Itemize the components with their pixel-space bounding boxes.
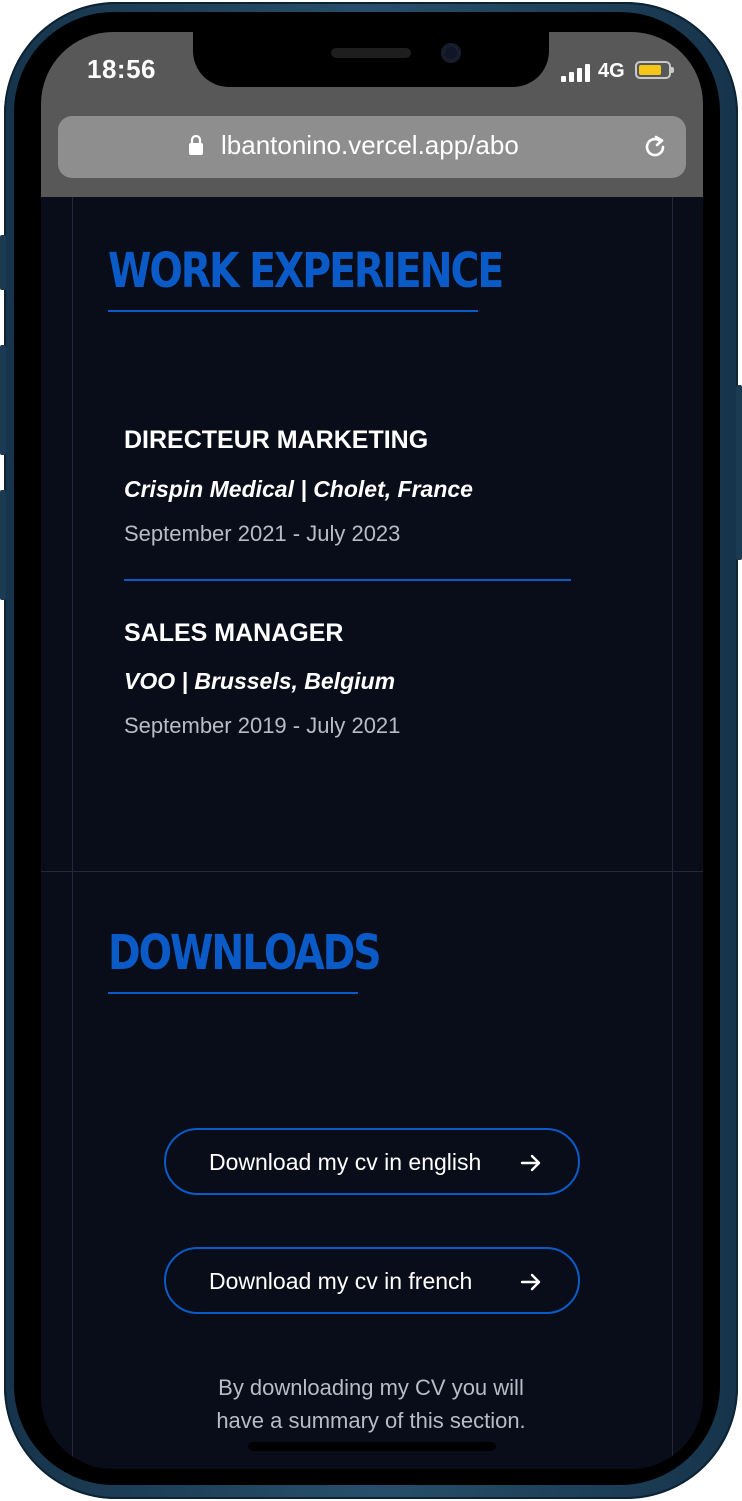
phone-screen: 18:56 4G lbantonino.vercel.app/abo WORK … — [41, 32, 703, 1469]
section-divider — [41, 871, 703, 872]
battery-icon — [635, 61, 674, 79]
power-button — [736, 385, 742, 560]
volume-down-button — [0, 490, 6, 600]
address-bar[interactable]: lbantonino.vercel.app/abo — [58, 116, 686, 178]
download-cv-french-button[interactable]: Download my cv in french — [164, 1247, 580, 1314]
job-company: VOO | Brussels, Belgium — [124, 668, 396, 694]
arrow-right-icon — [520, 1154, 541, 1172]
volume-up-button — [0, 345, 6, 455]
url-text[interactable]: lbantonino.vercel.app/abo — [221, 130, 519, 161]
battery-level — [639, 65, 661, 75]
job-title: DIRECTEUR MARKETING — [124, 426, 429, 454]
work-experience-heading: WORK EXPERIENCE — [108, 243, 504, 299]
page-content: WORK EXPERIENCE DIRECTEUR MARKETING Cris… — [41, 197, 703, 1469]
download-note: By downloading my CV you will have a sum… — [131, 1371, 611, 1437]
downloads-heading: DOWNLOADS — [108, 925, 382, 981]
front-camera-icon — [441, 43, 461, 63]
job-separator — [124, 579, 571, 581]
battery-tip — [671, 67, 674, 73]
heading-underline — [108, 310, 478, 312]
mute-switch — [0, 235, 6, 290]
note-line: By downloading my CV you will — [218, 1375, 524, 1400]
job-title: SALES MANAGER — [124, 619, 344, 647]
speaker-grille — [331, 48, 411, 58]
button-label: Download my cv in french — [209, 1268, 473, 1294]
signal-strength-icon — [561, 64, 591, 82]
download-cv-english-button[interactable]: Download my cv in english — [164, 1128, 580, 1195]
home-indicator — [248, 1442, 496, 1451]
note-line: have a summary of this section. — [216, 1408, 526, 1433]
grid-guide-right — [672, 197, 673, 1469]
heading-underline — [108, 992, 358, 994]
browser-chrome: 18:56 4G lbantonino.vercel.app/abo — [41, 32, 703, 197]
grid-guide-left — [72, 197, 73, 1469]
status-time: 18:56 — [87, 54, 156, 84]
job-dates: September 2019 - July 2021 — [124, 713, 401, 738]
job-dates: September 2021 - July 2023 — [124, 521, 401, 546]
arrow-right-icon — [520, 1273, 541, 1291]
notch — [193, 32, 549, 87]
reload-icon[interactable] — [641, 133, 669, 161]
lock-icon — [189, 134, 203, 155]
network-type: 4G — [598, 60, 625, 82]
job-company: Crispin Medical | Cholet, France — [124, 476, 473, 502]
button-label: Download my cv in english — [209, 1149, 482, 1175]
